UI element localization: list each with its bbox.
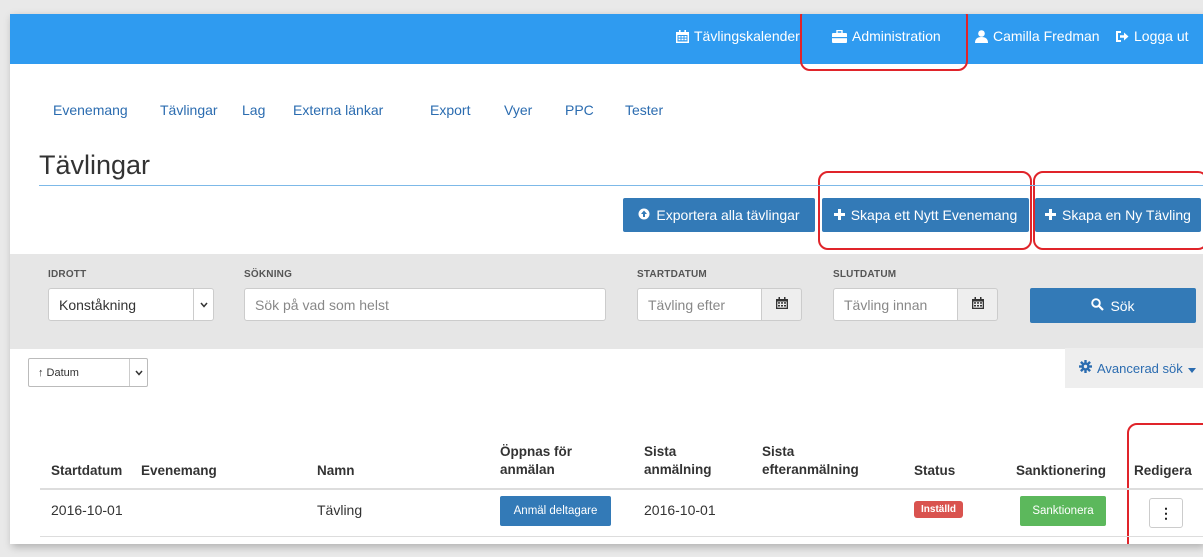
th-sista-anmalning[interactable]: Sista anmälning [644,443,724,479]
end-date-label: SLUTDATUM [833,269,897,280]
calendar-icon [971,296,984,314]
register-participant-button[interactable]: Anmäl deltagare [500,496,611,526]
end-date-input[interactable]: Tävling innan [833,288,958,321]
calendar-icon [775,296,788,314]
start-date-label: STARTDATUM [637,269,707,280]
table-header-divider [40,488,1203,490]
nav-calendar-link[interactable]: Tävlingskalender [676,28,800,44]
chevron-down-icon [129,359,147,386]
search-input[interactable]: Sök på vad som helst [244,288,606,321]
cell-namn[interactable]: Tävling [317,502,362,518]
subnav-export[interactable]: Export [430,102,470,118]
search-button-label: Sök [1110,297,1135,314]
chevron-down-icon [193,289,213,320]
sport-label: IDROTT [48,269,87,280]
status-badge: Inställd [914,501,964,518]
start-date-calendar-button[interactable] [762,288,802,321]
gear-icon [1079,360,1092,376]
subnav-tavlingar[interactable]: Tävlingar [160,102,218,118]
more-vertical-icon: ⋮ [1159,504,1173,521]
th-sanktionering[interactable]: Sanktionering [1016,462,1106,480]
top-navbar: Tävlingskalender Administration Camilla … [10,14,1203,64]
end-date-calendar-button[interactable] [958,288,998,321]
subnav-evenemang[interactable]: Evenemang [53,102,128,118]
export-all-button[interactable]: Exportera alla tävlingar [623,198,815,232]
th-redigera: Redigera [1134,463,1192,478]
nav-logout-link[interactable]: Logga ut [1115,28,1189,44]
th-sista-efteranmalning[interactable]: Sista efteranmälning [762,443,882,479]
nav-administration-link[interactable]: Administration [832,28,941,44]
query-label: SÖKNING [244,269,293,280]
subnav-ppc[interactable]: PPC [565,102,594,118]
advanced-search-label: Avancerad sök [1097,360,1183,376]
advanced-search-toggle[interactable]: Avancerad sök [1065,348,1203,388]
subnav-tester[interactable]: Tester [625,102,663,118]
create-event-button[interactable]: Skapa ett Nytt Evenemang [822,198,1029,232]
cell-sista-anmalning: 2016-10-01 [644,502,716,518]
search-input-placeholder: Sök på vad som helst [255,296,389,313]
search-button[interactable]: Sök [1030,288,1196,323]
export-all-label: Exportera alla tävlingar [656,207,800,223]
start-date-input[interactable]: Tävling efter [637,288,762,321]
sport-select-value: Konståkning [59,296,137,313]
th-startdatum[interactable]: Startdatum [51,462,122,480]
upload-circle-icon [638,207,650,223]
search-icon [1091,297,1105,314]
nav-administration-label: Administration [852,28,941,44]
subnav-externa-lankar[interactable]: Externa länkar [293,102,383,118]
page: Tävlingskalender Administration Camilla … [10,14,1203,544]
nav-user-label: Camilla Fredman [993,28,1100,44]
edit-menu-button[interactable]: ⋮ [1149,498,1183,528]
user-icon [975,29,988,43]
sort-select[interactable]: ↑ Datum [28,358,148,387]
nav-logout-label: Logga ut [1134,28,1189,44]
subnav-lag[interactable]: Lag [242,102,265,118]
logout-icon [1115,30,1129,43]
briefcase-icon [832,29,847,43]
sport-select[interactable]: Konståkning [48,288,214,321]
create-competition-button[interactable]: Skapa en Ny Tävling [1035,198,1201,232]
th-namn[interactable]: Namn [317,462,355,480]
subnav-vyer[interactable]: Vyer [504,102,532,118]
nav-calendar-label: Tävlingskalender [694,28,800,44]
nav-user-link[interactable]: Camilla Fredman [975,28,1100,44]
start-date-placeholder: Tävling efter [648,296,726,313]
table-row-divider [40,536,1203,537]
th-evenemang[interactable]: Evenemang [141,462,217,480]
sort-select-value: ↑ Datum [38,366,79,379]
cell-startdatum: 2016-10-01 [51,502,123,518]
th-oppnas-for-anmalan[interactable]: Öppnas för anmälan [500,443,600,479]
th-status[interactable]: Status [914,462,955,480]
caret-down-icon [1187,361,1196,376]
end-date-placeholder: Tävling innan [844,296,928,313]
create-competition-label: Skapa en Ny Tävling [1062,207,1191,223]
sanction-button[interactable]: Sanktionera [1020,496,1106,526]
page-title: Tävlingar [39,150,151,180]
calendar-icon [676,29,689,43]
create-event-label: Skapa ett Nytt Evenemang [850,207,1018,223]
title-divider [39,185,1203,186]
plus-icon [833,207,845,223]
plus-icon [1045,207,1057,223]
